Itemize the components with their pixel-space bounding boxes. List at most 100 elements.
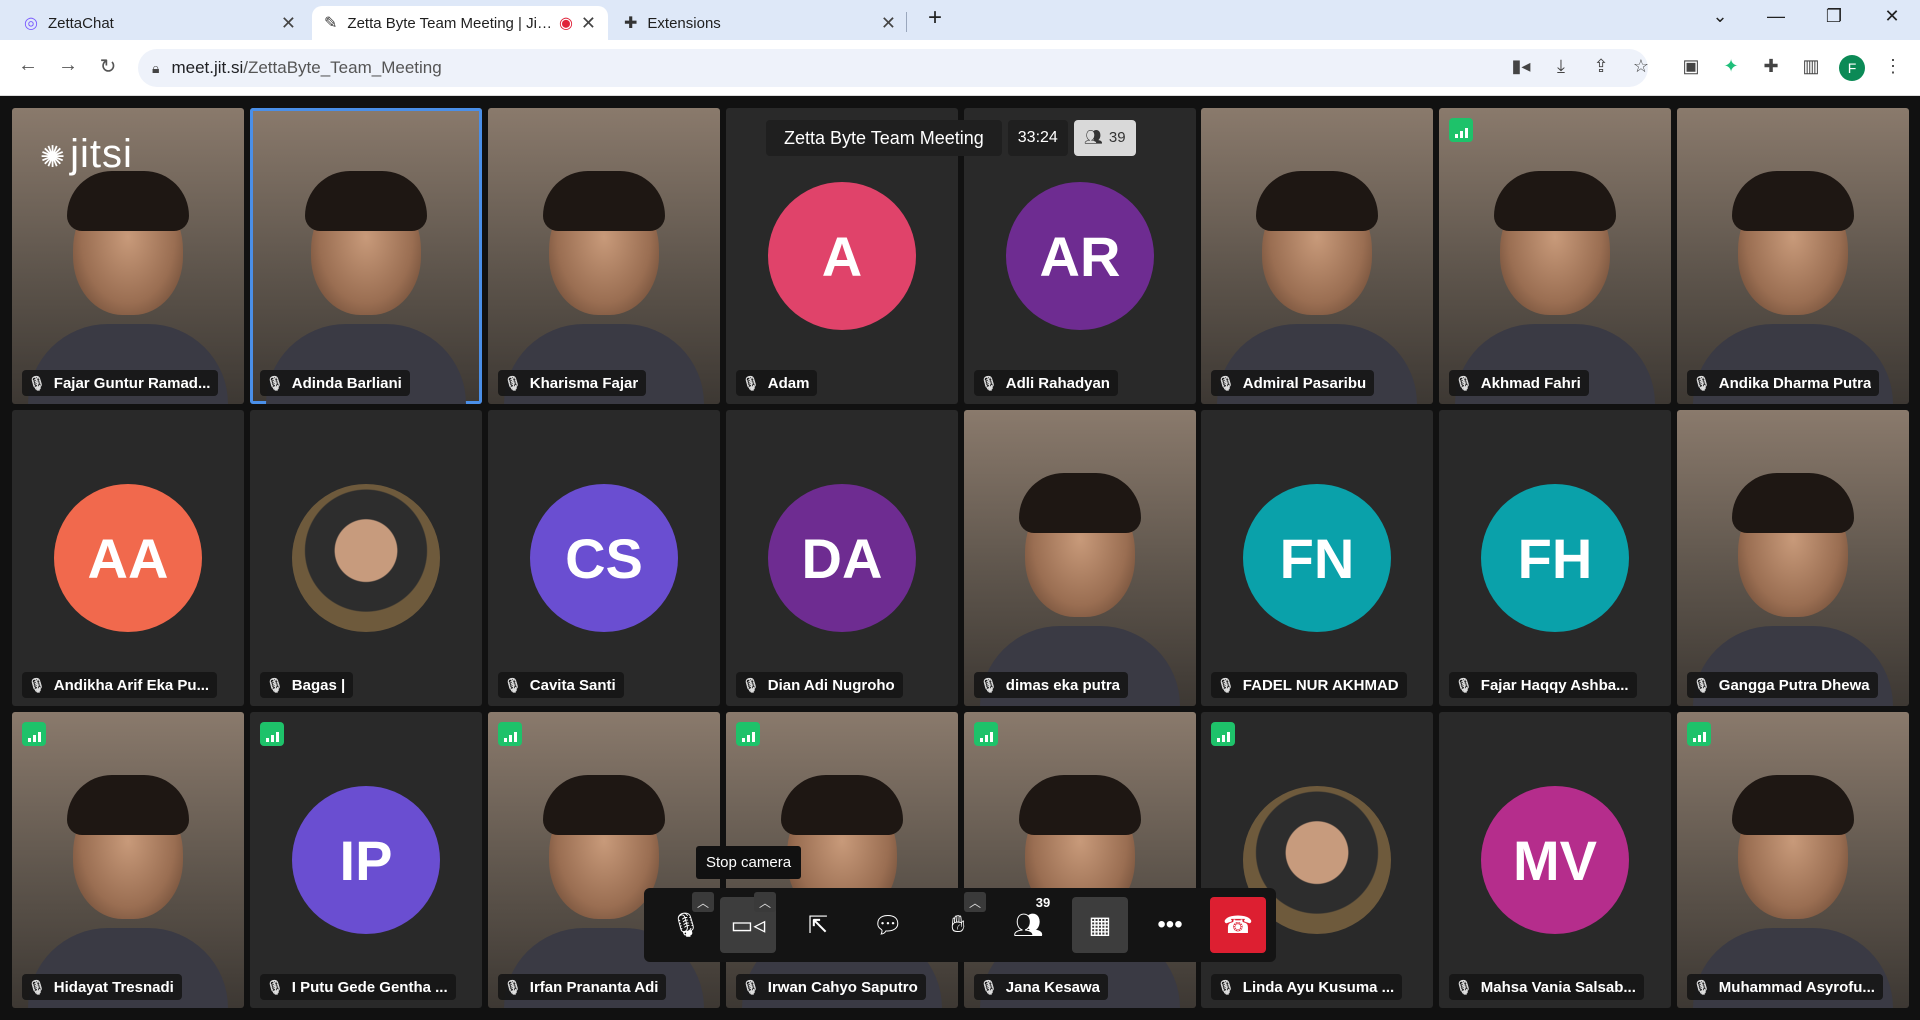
participant-tile[interactable]: 🎙︎ Irfan Prananta Adi <box>488 712 720 1008</box>
reload-button[interactable]: ↻ <box>94 54 122 79</box>
microphone-muted-icon: 🎙︎ <box>742 676 760 693</box>
minimize-button[interactable]: — <box>1756 6 1796 27</box>
more-actions-button[interactable]: ••• <box>1142 897 1198 953</box>
side-panel-icon[interactable]: ▥ <box>1798 56 1824 77</box>
participant-name: Adli Rahadyan <box>1005 374 1110 392</box>
more-dots-icon: ••• <box>1157 911 1183 938</box>
participant-name: Andikha Arif Eka Pu... <box>53 676 210 694</box>
forward-button[interactable]: → <box>54 54 82 77</box>
back-button[interactable]: ← <box>14 54 42 77</box>
participant-tile[interactable]: FH 🎙︎ Fajar Haqqy Ashba... <box>1439 410 1671 706</box>
chat-button[interactable]: 💬︎ <box>860 897 916 953</box>
participant-name-label: 🎙︎ FADEL NUR AKHMAD <box>1211 672 1407 698</box>
extensions-puzzle-icon[interactable]: ✚ <box>1758 56 1784 77</box>
share-screen-button[interactable]: ⇱ <box>790 897 846 953</box>
meeting-timer: 33:24 <box>1007 120 1068 156</box>
close-tab-icon[interactable]: ✕ <box>281 13 296 34</box>
close-tab-icon[interactable]: ✕ <box>581 13 596 34</box>
participant-video <box>305 171 427 316</box>
participant-tile[interactable]: 🎙︎ Akhmad Fahri <box>1439 108 1671 404</box>
connection-signal-icon[interactable] <box>22 722 46 746</box>
participant-tile[interactable]: DA 🎙︎ Dian Adi Nugroho <box>726 410 958 706</box>
participant-tile[interactable]: 🎙︎ Muhammad Asyrofu... <box>1677 712 1909 1008</box>
restore-button[interactable]: ❐ <box>1814 6 1854 27</box>
tile-view-button[interactable]: ▦ <box>1072 897 1128 953</box>
share-icon[interactable]: ⇪ <box>1588 56 1614 77</box>
participant-name: Hidayat Tresnadi <box>53 978 174 996</box>
microphone-muted-icon: 🎙︎ <box>266 374 284 391</box>
connection-signal-icon[interactable] <box>1687 722 1711 746</box>
stop-camera-tooltip: Stop camera <box>696 846 802 879</box>
participant-avatar: IP <box>292 786 440 934</box>
profile-avatar[interactable]: F <box>1839 55 1865 81</box>
close-window-button[interactable]: ✕ <box>1872 6 1912 27</box>
participant-name: Irfan Prananta Adi <box>529 978 659 996</box>
participant-tile[interactable]: 🎙︎ Andika Dharma Putra <box>1677 108 1909 404</box>
participant-avatar-photo <box>292 484 440 632</box>
camera-permission-icon[interactable]: ▮◂ <box>1508 56 1534 77</box>
participant-tile[interactable]: 🎙︎ Jana Kesawa <box>964 712 1196 1008</box>
install-app-icon[interactable]: ⤓ <box>1548 56 1574 77</box>
tab-search-chevron-down-icon[interactable]: ⌄ <box>1700 6 1740 27</box>
participant-name-label: 🎙︎ Irwan Cahyo Saputro <box>736 974 926 1000</box>
participant-avatar: A <box>768 182 916 330</box>
connection-signal-icon[interactable] <box>736 722 760 746</box>
participant-count-badge[interactable]: 👥︎ 39 <box>1073 120 1136 156</box>
participant-video <box>1732 775 1854 920</box>
close-tab-icon[interactable]: ✕ <box>881 13 896 34</box>
participant-tile[interactable]: AA 🎙︎ Andikha Arif Eka Pu... <box>12 410 244 706</box>
participant-tile[interactable]: 🎙︎ Hidayat Tresnadi <box>12 712 244 1008</box>
participant-tile[interactable]: CS 🎙︎ Cavita Santi <box>488 410 720 706</box>
participant-name: Akhmad Fahri <box>1480 374 1581 392</box>
connection-signal-icon[interactable] <box>498 722 522 746</box>
extension-feather-icon[interactable]: ✦ <box>1718 56 1744 77</box>
connection-signal-icon[interactable] <box>1211 722 1235 746</box>
address-bar[interactable]: 🔒︎ meet.jit.si/ZettaByte_Team_Meeting <box>138 49 1648 87</box>
participant-tile[interactable]: 🎙︎ Linda Ayu Kusuma ... <box>1201 712 1433 1008</box>
tab-jitsi-meeting[interactable]: ✎ Zetta Byte Team Meeting | Jitsi Meet ◉… <box>312 6 608 40</box>
connection-signal-icon[interactable] <box>1449 118 1473 142</box>
leave-meeting-button[interactable]: ☎︎ <box>1210 897 1266 953</box>
tab-title: Extensions <box>647 14 721 32</box>
participant-tile[interactable]: FN 🎙︎ FADEL NUR AKHMAD <box>1201 410 1433 706</box>
participant-tile[interactable]: 🎙︎ Kharisma Fajar <box>488 108 720 404</box>
jitsi-logo-icon: ✺ <box>40 141 67 174</box>
reactions-chevron-up-icon[interactable]: ︿ <box>964 892 986 912</box>
connection-signal-icon[interactable] <box>974 722 998 746</box>
participant-video <box>1256 171 1378 316</box>
participant-avatar: MV <box>1481 786 1629 934</box>
participant-tile[interactable]: 🎙︎ Admiral Pasaribu <box>1201 108 1433 404</box>
participant-tile[interactable]: IP 🎙︎ I Putu Gede Gentha ... <box>250 712 482 1008</box>
participant-avatar: CS <box>530 484 678 632</box>
audio-settings-chevron-up-icon[interactable]: ︿ <box>692 892 714 912</box>
participant-tile[interactable]: 🎙︎ Bagas | <box>250 410 482 706</box>
participant-video <box>1732 171 1854 316</box>
browser-menu-icon[interactable]: ⋮ <box>1880 56 1906 77</box>
participant-tile[interactable]: MV 🎙︎ Mahsa Vania Salsab... <box>1439 712 1671 1008</box>
picture-in-picture-icon[interactable]: ▣ <box>1678 56 1704 77</box>
new-tab-button[interactable]: + <box>915 4 955 32</box>
jitsi-logo[interactable]: ✺ jitsi <box>40 132 133 177</box>
tab-zettachat[interactable]: ◎ ZettaChat ✕ <box>12 6 308 40</box>
participant-tile[interactable]: 🎙︎ Gangga Putra Dhewa <box>1677 410 1909 706</box>
participant-tile[interactable]: 🎙︎ dimas eka putra <box>964 410 1196 706</box>
participant-name-label: 🎙︎ Admiral Pasaribu <box>1211 370 1375 396</box>
participant-name: I Putu Gede Gentha ... <box>291 978 448 996</box>
connection-signal-icon[interactable] <box>260 722 284 746</box>
participant-name: Admiral Pasaribu <box>1242 374 1367 392</box>
participants-count-badge: 39 <box>1032 892 1054 912</box>
participant-name: dimas eka putra <box>1005 676 1120 694</box>
browser-tab-bar: ◎ ZettaChat ✕ ✎ Zetta Byte Team Meeting … <box>0 0 1920 40</box>
lock-icon[interactable]: 🔒︎ <box>152 60 159 77</box>
participant-video <box>1019 473 1141 618</box>
participant-name: Jana Kesawa <box>1005 978 1101 996</box>
microphone-muted-icon: 🎙︎ <box>28 978 46 995</box>
video-settings-chevron-up-icon[interactable]: ︿ <box>754 892 776 912</box>
participant-name: Dian Adi Nugroho <box>767 676 895 694</box>
microphone-muted-icon: 🎙︎ <box>980 676 998 693</box>
participant-tile[interactable]: 🎙︎ Adinda Barliani <box>250 108 482 404</box>
participants-icon: 👥︎ <box>1012 911 1044 939</box>
participant-name: FADEL NUR AKHMAD <box>1242 676 1399 694</box>
tab-extensions[interactable]: ✚ Extensions ✕ <box>612 6 908 40</box>
bookmark-star-icon[interactable]: ☆ <box>1628 56 1654 77</box>
